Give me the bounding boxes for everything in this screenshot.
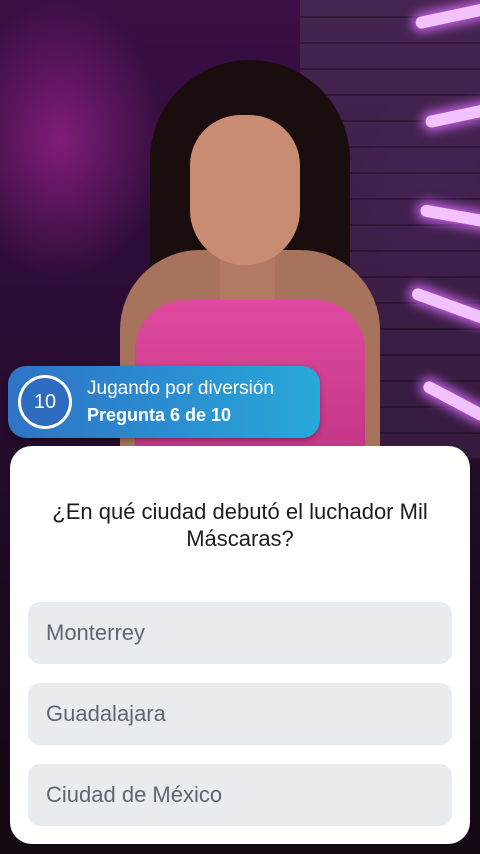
- answer-option-guadalajara[interactable]: Guadalajara: [28, 683, 452, 745]
- answer-option-monterrey[interactable]: Monterrey: [28, 602, 452, 664]
- game-progress-banner: 10 Jugando por diversión Pregunta 6 de 1…: [8, 366, 320, 438]
- question-counter: Pregunta 6 de 10: [87, 405, 232, 425]
- host-face: [190, 115, 300, 265]
- game-mode-label: Jugando por diversión: [87, 378, 274, 399]
- quiz-screen: 10 Jugando por diversión Pregunta 6 de 1…: [0, 0, 480, 854]
- countdown-timer: 10: [18, 375, 72, 429]
- question-text: ¿En qué ciudad debutó el luchador Mil Má…: [52, 499, 428, 551]
- question-card: ¿En qué ciudad debutó el luchador Mil Má…: [10, 446, 470, 844]
- answer-option-ciudad-de-mexico[interactable]: Ciudad de México: [28, 764, 452, 826]
